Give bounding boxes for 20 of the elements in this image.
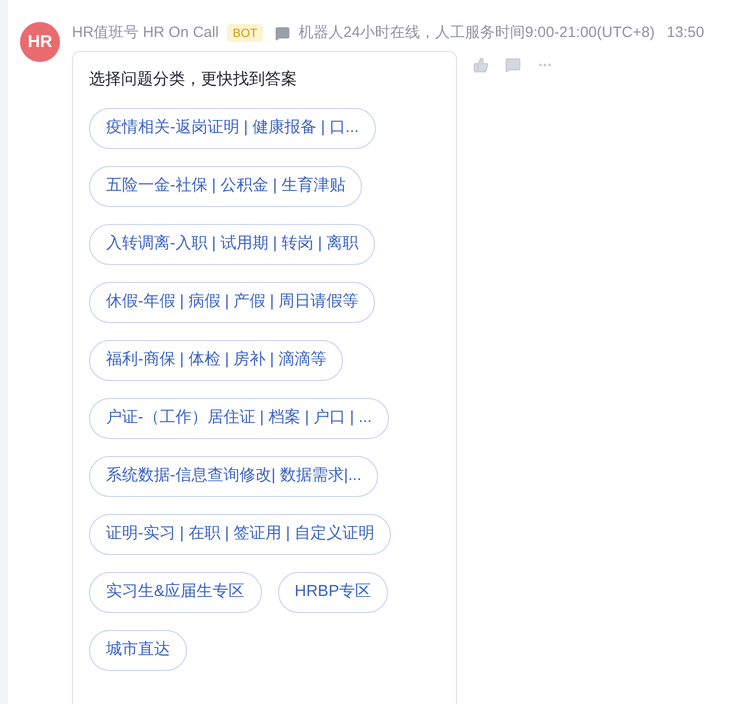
message-time: 13:50 xyxy=(666,23,704,43)
option-button[interactable]: 户证-（工作）居住证 | 档案 | 户口 | ... xyxy=(89,398,389,438)
option-button[interactable]: 福利-商保 | 体检 | 房补 | 滴滴等 xyxy=(89,340,344,380)
option-button[interactable]: 休假-年假 | 病假 | 产假 | 周日请假等 xyxy=(89,282,376,322)
thumbs-up-icon[interactable] xyxy=(473,56,489,72)
sender-name: HR值班号 HR On Call xyxy=(72,23,219,43)
avatar: HR xyxy=(20,22,60,62)
message-icon xyxy=(275,26,290,41)
bot-tag: BOT xyxy=(226,24,264,42)
option-button[interactable]: 五险一金-社保 | 公积金 | 生育津贴 xyxy=(89,166,362,206)
option-button[interactable]: 证明-实习 | 在职 | 签证用 | 自定义证明 xyxy=(89,514,392,554)
comment-icon[interactable] xyxy=(505,56,521,72)
option-button[interactable]: 疫情相关-返岗证明 | 健康报备 | 口... xyxy=(89,108,376,148)
option-button[interactable]: HRBP专区 xyxy=(278,572,388,612)
option-button[interactable]: 实习生&应届生专区 xyxy=(89,572,262,612)
option-button[interactable]: 城市直达 xyxy=(89,630,187,670)
status-text: 机器人24小时在线，人工服务时间9:00-21:00(UTC+8) xyxy=(298,23,655,43)
option-button[interactable]: 系统数据-信息查询修改| 数据需求|... xyxy=(89,456,378,496)
option-button[interactable]: 入转调离-入职 | 试用期 | 转岗 | 离职 xyxy=(89,224,376,264)
card-title: 选择问题分类，更快找到答案 xyxy=(89,69,298,90)
